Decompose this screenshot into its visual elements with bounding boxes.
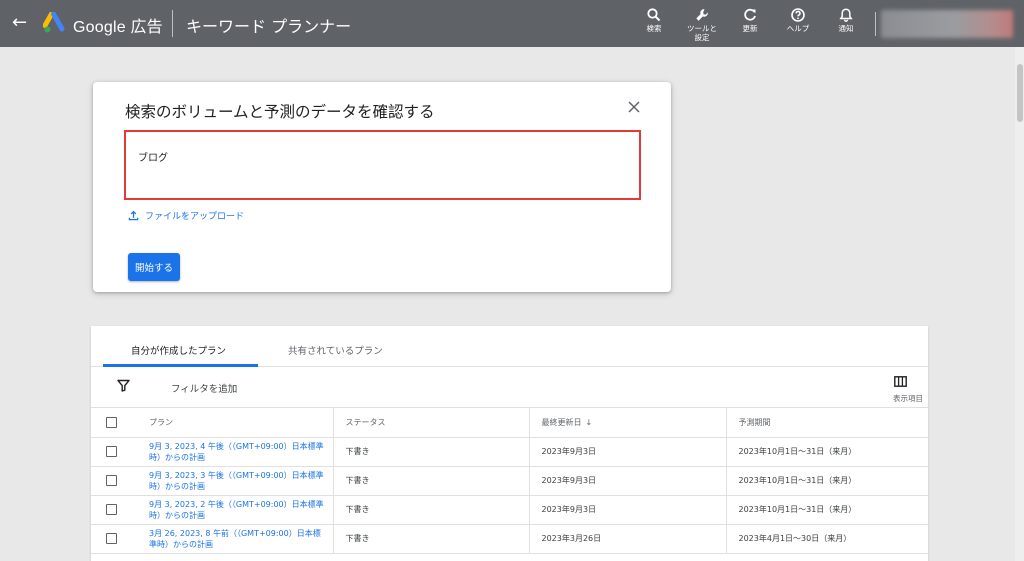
table-row: 9月 3, 2023, 4 午後（（GMT+09:00）日本標準時）からの計画 … bbox=[91, 437, 928, 467]
row-select-cell bbox=[91, 437, 137, 467]
active-tab-indicator bbox=[103, 364, 258, 367]
table-row: 9月 3, 2023, 2 午後（（GMT+09:00）日本標準時）からの計画 … bbox=[91, 495, 928, 525]
brand-divider bbox=[172, 10, 173, 37]
filter-bar: フィルタを追加 表示項目 bbox=[91, 368, 928, 408]
forecast-period-cell: 2023年10月1日～31日（来月） bbox=[725, 437, 928, 467]
refresh-label: 更新 bbox=[742, 24, 758, 33]
upload-icon bbox=[128, 210, 139, 221]
wrench-icon bbox=[696, 9, 708, 21]
plans-table: プラン ステータス 最終更新日 ↓ 予測期間 9月 3, 2023, 4 午後（（… bbox=[91, 408, 928, 554]
status-cell: 下書き bbox=[332, 437, 529, 467]
help-label: ヘルプ bbox=[786, 24, 810, 33]
header-forecast-period-label: 予測期間 bbox=[738, 417, 771, 427]
header-plan-label: プラン bbox=[149, 417, 173, 427]
plan-link[interactable]: 9月 3, 2023, 4 午後（（GMT+09:00）日本標準時）からの計画 bbox=[137, 441, 333, 463]
columns-icon[interactable] bbox=[894, 376, 907, 387]
account-divider bbox=[875, 12, 876, 36]
keyword-input[interactable]: ブログ bbox=[124, 130, 641, 200]
bell-icon bbox=[839, 8, 853, 22]
tools-settings-button[interactable]: ツールと 設定 bbox=[678, 4, 726, 46]
table-row: 9月 3, 2023, 3 午後（（GMT+09:00）日本標準時）からの計画 … bbox=[91, 466, 928, 496]
back-arrow-icon[interactable]: ← bbox=[12, 13, 32, 33]
page-scrollbar-track[interactable] bbox=[1015, 47, 1024, 561]
row-checkbox[interactable] bbox=[106, 533, 117, 544]
search-button[interactable]: 検索 bbox=[630, 4, 678, 46]
dialog-title: 検索のボリュームと予測のデータを確認する bbox=[125, 103, 435, 121]
row-select-cell bbox=[91, 495, 137, 525]
row-checkbox[interactable] bbox=[106, 446, 117, 457]
columns-button-label[interactable]: 表示項目 bbox=[869, 393, 923, 404]
sort-descending-icon: ↓ bbox=[585, 417, 593, 427]
status-cell: 下書き bbox=[332, 524, 529, 554]
last-updated-cell: 2023年3月26日 bbox=[528, 524, 726, 554]
status-cell: 下書き bbox=[332, 495, 529, 525]
page-scrollbar-thumb[interactable] bbox=[1017, 64, 1023, 122]
select-all-cell bbox=[91, 408, 137, 438]
upload-file-label: ファイルをアップロード bbox=[145, 212, 245, 222]
plan-name-cell: 9月 3, 2023, 2 午後（（GMT+09:00）日本標準時）からの計画 bbox=[137, 495, 333, 525]
plan-name-cell: 9月 3, 2023, 4 午後（（GMT+09:00）日本標準時）からの計画 bbox=[137, 437, 333, 467]
plan-link[interactable]: 3月 26, 2023, 8 午前（（GMT+09:00）日本標準時）からの計画 bbox=[137, 528, 333, 550]
google-ads-logo-icon bbox=[43, 12, 65, 33]
upload-file-link[interactable]: ファイルをアップロード bbox=[128, 209, 244, 222]
forecast-dialog: 検索のボリュームと予測のデータを確認する ブログ ファイルをアップロード 開始す… bbox=[93, 82, 671, 292]
start-button[interactable]: 開始する bbox=[128, 253, 180, 281]
refresh-icon bbox=[744, 8, 756, 21]
status-cell: 下書き bbox=[332, 466, 529, 496]
forecast-period-cell: 2023年10月1日～31日（来月） bbox=[725, 495, 928, 525]
table-header-row: プラン ステータス 最終更新日 ↓ 予測期間 bbox=[91, 408, 928, 438]
search-icon bbox=[647, 8, 661, 22]
table-row: 3月 26, 2023, 8 午前（（GMT+09:00）日本標準時）からの計画… bbox=[91, 524, 928, 554]
row-select-cell bbox=[91, 466, 137, 496]
plan-name-cell: 3月 26, 2023, 8 午前（（GMT+09:00）日本標準時）からの計画 bbox=[137, 524, 333, 554]
page-title: キーワード プランナー bbox=[186, 17, 352, 36]
header-plan[interactable]: プラン bbox=[137, 408, 333, 438]
last-updated-cell: 2023年9月3日 bbox=[528, 466, 726, 496]
plan-tabs: 自分が作成したプラン 共有されているプラン bbox=[91, 326, 928, 367]
header-forecast-period[interactable]: 予測期間 bbox=[725, 408, 928, 438]
last-updated-cell: 2023年9月3日 bbox=[528, 437, 726, 467]
add-filter-button[interactable]: フィルタを追加 bbox=[171, 381, 237, 395]
notifications-label: 通知 bbox=[838, 24, 854, 33]
close-icon[interactable] bbox=[626, 99, 642, 115]
help-icon bbox=[791, 8, 805, 22]
header-status[interactable]: ステータス bbox=[332, 408, 529, 438]
forecast-period-cell: 2023年4月1日～30日（来月） bbox=[725, 524, 928, 554]
brand-name: Google 広告 bbox=[73, 19, 163, 36]
tools-settings-label: ツールと 設定 bbox=[687, 24, 717, 42]
account-info-redacted[interactable] bbox=[881, 10, 1013, 38]
last-updated-cell: 2023年9月3日 bbox=[528, 495, 726, 525]
header-status-label: ステータス bbox=[345, 417, 386, 427]
plans-card: 自分が作成したプラン 共有されているプラン フィルタを追加 表示項目 プラン ス… bbox=[91, 326, 928, 561]
search-button-label: 検索 bbox=[646, 24, 662, 33]
refresh-button[interactable]: 更新 bbox=[726, 4, 774, 46]
help-button[interactable]: ヘルプ bbox=[774, 4, 822, 46]
forecast-period-cell: 2023年10月1日～31日（来月） bbox=[725, 466, 928, 496]
top-app-bar: ← Google 広告 キーワード プランナー 検索 ツールと 設定 更新 ヘル… bbox=[0, 0, 1024, 47]
tab-my-plans[interactable]: 自分が作成したプラン bbox=[131, 343, 226, 357]
row-select-cell bbox=[91, 524, 137, 554]
filter-icon[interactable] bbox=[117, 379, 130, 392]
row-checkbox[interactable] bbox=[106, 504, 117, 515]
notifications-button[interactable]: 通知 bbox=[822, 4, 870, 46]
plan-link[interactable]: 9月 3, 2023, 2 午後（（GMT+09:00）日本標準時）からの計画 bbox=[137, 499, 333, 521]
header-last-updated[interactable]: 最終更新日 ↓ bbox=[528, 408, 726, 438]
plan-link[interactable]: 9月 3, 2023, 3 午後（（GMT+09:00）日本標準時）からの計画 bbox=[137, 470, 333, 492]
plan-name-cell: 9月 3, 2023, 3 午後（（GMT+09:00）日本標準時）からの計画 bbox=[137, 466, 333, 496]
header-last-updated-label: 最終更新日 bbox=[541, 417, 582, 427]
row-checkbox[interactable] bbox=[106, 475, 117, 486]
top-actions: 検索 ツールと 設定 更新 ヘルプ 通知 bbox=[630, 4, 870, 46]
keyword-input-value: ブログ bbox=[138, 153, 168, 164]
tab-shared-plans[interactable]: 共有されているプラン bbox=[288, 343, 383, 357]
select-all-checkbox[interactable] bbox=[106, 416, 117, 428]
